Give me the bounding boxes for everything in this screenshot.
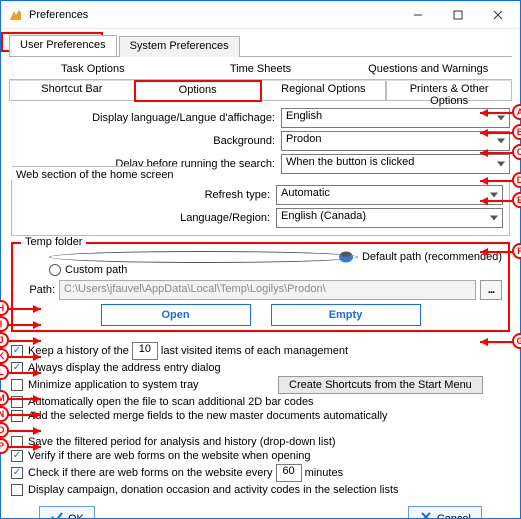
checkbox-icon [11,450,23,462]
group-temp-folder: Temp folder [21,236,86,248]
input-history-count[interactable]: 10 [132,342,158,360]
radio-default-label: Default path (recommended) [362,251,502,263]
group-web-section: Web section of the home screen [12,166,178,181]
radio-custom-path[interactable]: Custom path [49,264,502,276]
check-address-label: Always display the address entry dialog [28,362,221,374]
input-path[interactable]: C:\Users\jfauvel\AppData\Local\Temp\Logi… [59,280,476,300]
empty-button[interactable]: Empty [271,304,421,326]
check-web-post: minutes [305,467,344,479]
check-displaycodes-label: Display campaign, donation occasion and … [28,484,399,496]
check-savefilter-label: Save the filtered period for analysis an… [28,436,336,448]
checkbox-icon [11,345,23,357]
check-auto-open[interactable]: Automatically open the file to scan addi… [11,396,510,408]
label-display-language: Display language/Langue d'affichage: [11,112,281,124]
select-language-region[interactable]: English (Canada) [276,208,503,228]
tab-task-options[interactable]: Task Options [9,61,177,80]
x-icon [419,510,433,518]
check-history[interactable]: Keep a history of the 10 last visited it… [11,342,510,360]
close-button[interactable] [478,2,518,28]
radio-custom-label: Custom path [65,264,127,276]
select-refresh-type[interactable]: Automatic [276,185,503,205]
checkbox-icon [11,379,23,391]
checkbox-icon [11,410,23,422]
check-add-merge[interactable]: Add the selected merge fields to the new… [11,410,510,422]
check-save-filtered[interactable]: Save the filtered period for analysis an… [11,436,510,448]
check-verify-web[interactable]: Verify if there are web forms on the web… [11,450,510,462]
checkbox-icon [11,396,23,408]
check-icon [50,510,64,518]
check-display-codes[interactable]: Display campaign, donation occasion and … [11,484,510,496]
input-web-minutes[interactable]: 60 [276,464,302,482]
radio-default-path[interactable]: Default path (recommended) [49,251,502,263]
check-history-pre: Keep a history of the [28,345,129,357]
ok-button[interactable]: OK [39,506,95,518]
tab-system-preferences[interactable]: System Preferences [119,36,240,57]
maximize-button[interactable] [438,2,478,28]
open-button[interactable]: Open [101,304,251,326]
tab-printers-other[interactable]: Printers & Other Options [386,81,512,101]
window-title: Preferences [29,9,398,21]
minimize-button[interactable] [398,2,438,28]
check-addmerge-label: Add the selected merge fields to the new… [28,410,388,422]
checkbox-icon [11,484,23,496]
radio-icon [49,251,358,263]
check-web-pre: Check if there are web forms on the webs… [28,467,273,479]
checkbox-icon [11,436,23,448]
check-address-dialog[interactable]: Always display the address entry dialog [11,362,510,374]
tab-options-label: Options [179,84,217,96]
select-background[interactable]: Prodon [281,131,510,151]
checkbox-icon [11,362,23,374]
check-verifyweb-label: Verify if there are web forms on the web… [28,450,311,462]
label-refresh-type: Refresh type: [18,189,276,201]
check-minimize-tray[interactable]: Minimize application to system tray Crea… [11,376,510,394]
ok-label: OK [68,513,84,519]
tab-user-preferences[interactable]: User Preferences [9,35,117,56]
check-autoopen-label: Automatically open the file to scan addi… [28,396,314,408]
check-minimize-label: Minimize application to system tray [28,379,248,391]
label-path: Path: [19,284,59,296]
tab-time-sheets[interactable]: Time Sheets [177,61,345,80]
checkbox-icon [11,467,23,479]
check-history-post: last visited items of each management [161,345,348,357]
cancel-label: Cancel [437,513,471,519]
create-shortcuts-button[interactable]: Create Shortcuts from the Start Menu [278,376,483,394]
label-language-region: Language/Region: [18,212,276,224]
select-display-language[interactable]: English [281,108,510,128]
check-web-interval[interactable]: Check if there are web forms on the webs… [11,464,510,482]
label-background: Background: [11,135,281,147]
tab-regional-options[interactable]: Regional Options [261,81,387,101]
tab-shortcut-bar[interactable]: Shortcut Bar [9,81,135,101]
tab-questions-warnings[interactable]: Questions and Warnings [344,61,512,80]
browse-button[interactable]: ... [480,280,502,300]
tab-options[interactable]: Options [135,81,261,101]
select-delay[interactable]: When the button is clicked [281,154,510,174]
cancel-button[interactable]: Cancel [408,506,482,518]
radio-icon [49,264,61,276]
app-icon [7,7,23,23]
